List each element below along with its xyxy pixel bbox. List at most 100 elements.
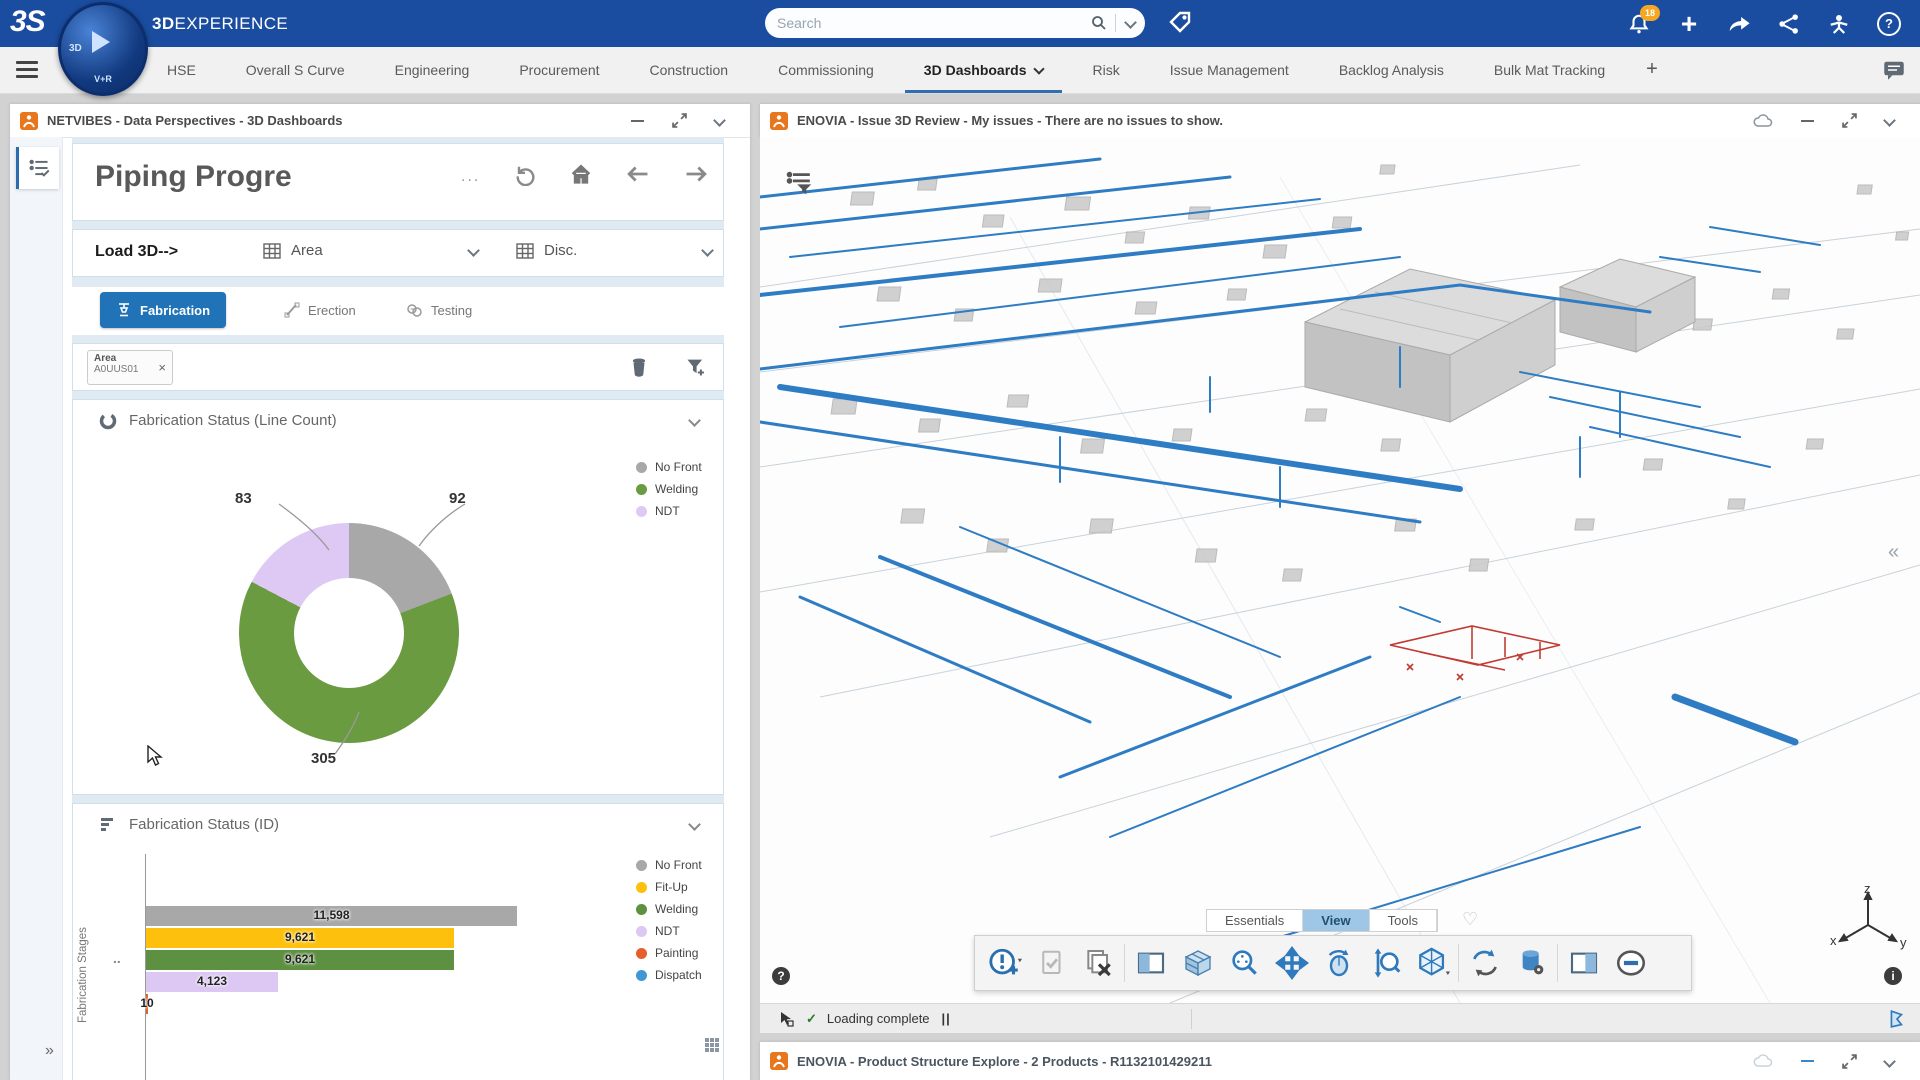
back-arrow-icon[interactable] xyxy=(625,162,651,186)
bar-legend-item[interactable]: NDT xyxy=(636,924,702,938)
maximize-icon[interactable] xyxy=(672,113,687,128)
approve-document-button[interactable] xyxy=(1028,940,1075,986)
bar-legend-item[interactable]: Welding xyxy=(636,902,702,916)
info-button[interactable]: i xyxy=(1884,967,1902,985)
bar-legend-item[interactable]: Dispatch xyxy=(636,968,702,982)
global-search[interactable] xyxy=(765,8,1145,38)
iso-view-button[interactable] xyxy=(1409,940,1456,986)
search-icon[interactable] xyxy=(1091,15,1107,31)
add-content-icon[interactable]: + xyxy=(1676,9,1702,37)
area-dropdown[interactable]: Area xyxy=(263,242,480,259)
favorites-heart-icon[interactable]: ♡ xyxy=(1462,909,1478,930)
people-icon[interactable] xyxy=(1826,11,1852,37)
minimize-icon[interactable] xyxy=(1801,1060,1814,1062)
compass-3dexperience-button[interactable]: 3D V+R xyxy=(58,2,148,96)
bar-row[interactable]: 11,598 xyxy=(146,906,517,926)
bar-legend-item[interactable]: Fit-Up xyxy=(636,880,702,894)
tab-commissioning[interactable]: Commissioning xyxy=(753,47,899,93)
area-filter-chip[interactable]: Area A0UUS01 × xyxy=(87,350,173,385)
minimize-icon[interactable] xyxy=(631,119,644,122)
search-scope-dropdown[interactable] xyxy=(1116,14,1145,32)
netvibes-app-icon xyxy=(20,111,38,130)
hide-element-button[interactable] xyxy=(1607,940,1654,986)
search-input[interactable] xyxy=(765,15,1091,31)
bar-row[interactable]: 9,621 xyxy=(146,928,454,948)
tab-construction[interactable]: Construction xyxy=(625,47,754,93)
pause-button[interactable]: || xyxy=(942,1011,951,1026)
collapse-window-icon[interactable] xyxy=(713,114,726,127)
tag-icon[interactable] xyxy=(1168,10,1192,34)
stage-tab-fabrication[interactable]: Fabrication xyxy=(100,292,227,328)
view-filter-icon[interactable] xyxy=(786,169,814,197)
tab-issue-management[interactable]: Issue Management xyxy=(1145,47,1314,93)
minimize-icon[interactable] xyxy=(1801,119,1814,122)
legend-swatch xyxy=(636,859,647,871)
more-options-button[interactable]: ... xyxy=(461,168,480,186)
donut-legend-item[interactable]: NDT xyxy=(636,504,702,518)
delete-filters-icon[interactable] xyxy=(629,356,649,378)
collapse-right-arrow[interactable]: « xyxy=(1888,541,1899,564)
toolbar-tab-essentials[interactable]: Essentials xyxy=(1207,910,1304,931)
tab-backlog-analysis[interactable]: Backlog Analysis xyxy=(1314,47,1469,93)
tab-risk[interactable]: Risk xyxy=(1068,47,1145,93)
bar-legend-item[interactable]: Painting xyxy=(636,946,702,960)
pan-button[interactable] xyxy=(1268,940,1315,986)
donut-legend-item[interactable]: Welding xyxy=(636,482,702,496)
3d-viewport[interactable]: « Essentials View Tools ♡ z x y ? i xyxy=(760,137,1920,1003)
product-structure-title: ENOVIA - Product Structure Explore - 2 P… xyxy=(797,1053,1212,1069)
donut-legend-item[interactable]: No Front xyxy=(636,460,702,474)
notifications-bell-icon[interactable]: 18 xyxy=(1626,4,1660,37)
add-tab-button[interactable]: + xyxy=(1630,47,1674,93)
section-cube-button[interactable] xyxy=(1174,940,1221,986)
widget-title: Piping Progre xyxy=(95,160,292,193)
stage-tab-erection[interactable]: Erection xyxy=(268,292,372,328)
bar-row[interactable]: 10 xyxy=(140,994,154,1014)
bar-row[interactable]: 9,621 xyxy=(146,950,454,970)
collapse-section-icon[interactable] xyxy=(688,818,701,831)
share-nodes-icon[interactable] xyxy=(1776,11,1802,37)
tab-bulk-mat-tracking[interactable]: Bulk Mat Tracking xyxy=(1469,47,1630,93)
tab-3d-dashboards[interactable]: 3D Dashboards xyxy=(899,47,1068,93)
flag-icon[interactable] xyxy=(1888,1009,1906,1029)
model-database-button[interactable] xyxy=(1508,940,1555,986)
collapse-window-icon[interactable] xyxy=(1883,1054,1896,1068)
share-arrow-icon[interactable] xyxy=(1726,11,1752,37)
disc-dropdown[interactable]: Disc. xyxy=(516,242,714,259)
chat-icon[interactable] xyxy=(1882,58,1906,82)
split-view-button[interactable] xyxy=(1127,940,1174,986)
toolbar-tab-tools[interactable]: Tools xyxy=(1370,910,1437,931)
widget-list-button[interactable] xyxy=(16,147,59,189)
expand-panel-button[interactable]: » xyxy=(45,1042,54,1060)
add-filter-icon[interactable] xyxy=(685,356,707,378)
tab-overall-s-curve[interactable]: Overall S Curve xyxy=(221,47,370,93)
maximize-icon[interactable] xyxy=(1842,1053,1857,1069)
tab-procurement[interactable]: Procurement xyxy=(494,47,624,93)
bar-row[interactable]: 4,123 xyxy=(146,972,278,992)
forward-arrow-icon[interactable] xyxy=(683,162,709,186)
tab-hse[interactable]: HSE xyxy=(142,47,221,93)
reset-icon[interactable] xyxy=(513,162,537,186)
tab-engineering[interactable]: Engineering xyxy=(370,47,495,93)
zoom-area-button[interactable] xyxy=(1221,940,1268,986)
stage-tab-testing[interactable]: Testing xyxy=(390,292,488,328)
hamburger-menu-icon[interactable] xyxy=(16,61,38,79)
collapse-section-icon[interactable] xyxy=(688,414,701,427)
zoom-button[interactable] xyxy=(1362,940,1409,986)
remove-filter-icon[interactable]: × xyxy=(158,360,166,375)
toolbar-tab-view[interactable]: View xyxy=(1303,910,1370,931)
compare-view-button[interactable] xyxy=(1560,940,1607,986)
maximize-icon[interactable] xyxy=(1842,113,1857,128)
select-cursor-icon[interactable] xyxy=(778,1010,796,1028)
clear-selection-button[interactable] xyxy=(1075,940,1122,986)
piping-progress-card: Piping Progre ... Load 3D--> Area Disc. … xyxy=(72,137,724,1080)
new-issue-button[interactable] xyxy=(981,940,1028,986)
help-icon[interactable]: ? xyxy=(1876,11,1902,37)
bar-legend-item[interactable]: No Front xyxy=(636,858,702,872)
rotate-view-button[interactable] xyxy=(1315,940,1362,986)
turntable-button[interactable] xyxy=(1461,940,1508,986)
help-button[interactable]: ? xyxy=(772,967,790,985)
collapse-window-icon[interactable] xyxy=(1883,114,1896,127)
resize-grid-handle[interactable] xyxy=(705,1038,721,1054)
3d-model-graphic xyxy=(760,157,1920,1003)
home-icon[interactable] xyxy=(569,162,593,186)
